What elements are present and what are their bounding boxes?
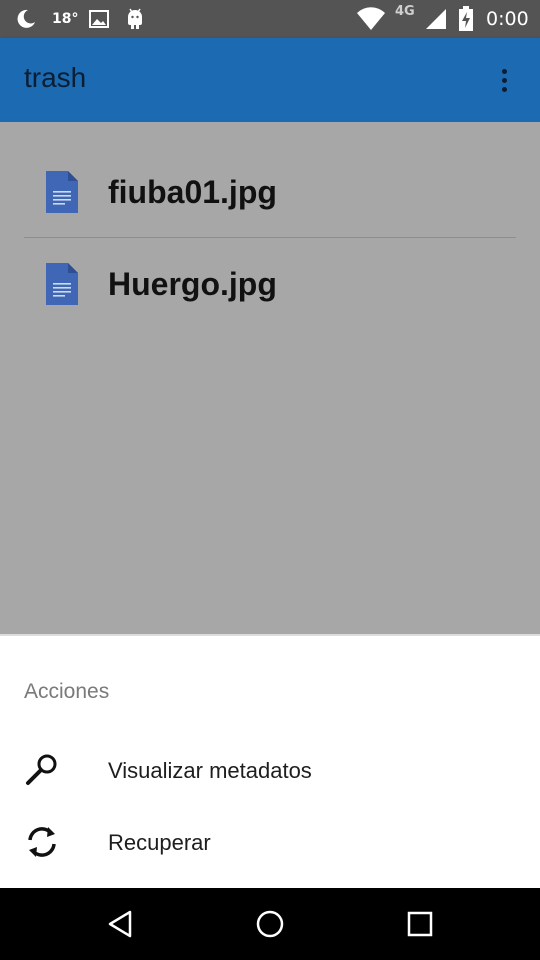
battery-charging-icon: [458, 0, 474, 38]
file-name: Huergo.jpg: [108, 266, 277, 302]
back-icon[interactable]: [100, 904, 140, 944]
action-label: Visualizar metadatos: [108, 758, 312, 783]
view-metadata-action[interactable]: Visualizar metadatos: [0, 738, 540, 802]
image-icon: [88, 0, 110, 38]
file-name: fiuba01.jpg: [108, 174, 277, 210]
actions-bottom-sheet: Acciones Visualizar metadatos Recuperar: [0, 634, 540, 890]
status-bar: 18° 4G 0:00: [0, 0, 540, 38]
file-row-huergo[interactable]: Huergo.jpg: [0, 238, 540, 328]
file-row-fiuba01[interactable]: fiuba01.jpg: [0, 146, 540, 236]
page-title: trash: [24, 62, 87, 93]
moon-icon: [14, 0, 38, 38]
navigation-bar: [0, 888, 540, 960]
network-type-text: 4G: [395, 4, 415, 19]
document-icon: [46, 171, 78, 213]
refresh-icon: [24, 824, 60, 860]
sheet-title: Acciones: [24, 680, 110, 703]
restore-action[interactable]: Recuperar: [0, 810, 540, 874]
search-icon: [24, 752, 60, 788]
action-label: Recuperar: [108, 830, 211, 855]
document-icon: [46, 263, 78, 305]
home-icon[interactable]: [250, 904, 290, 944]
wifi-icon: [356, 0, 386, 38]
temperature-text: 18°: [52, 11, 79, 27]
app-bar: trash: [0, 38, 540, 122]
recents-icon[interactable]: [400, 904, 440, 944]
more-vert-icon[interactable]: [488, 58, 520, 102]
android-icon: [124, 0, 146, 38]
clock-text: 0:00: [486, 8, 529, 30]
file-list: fiuba01.jpg Huergo.jpg: [0, 122, 540, 634]
signal-icon: [424, 0, 448, 38]
